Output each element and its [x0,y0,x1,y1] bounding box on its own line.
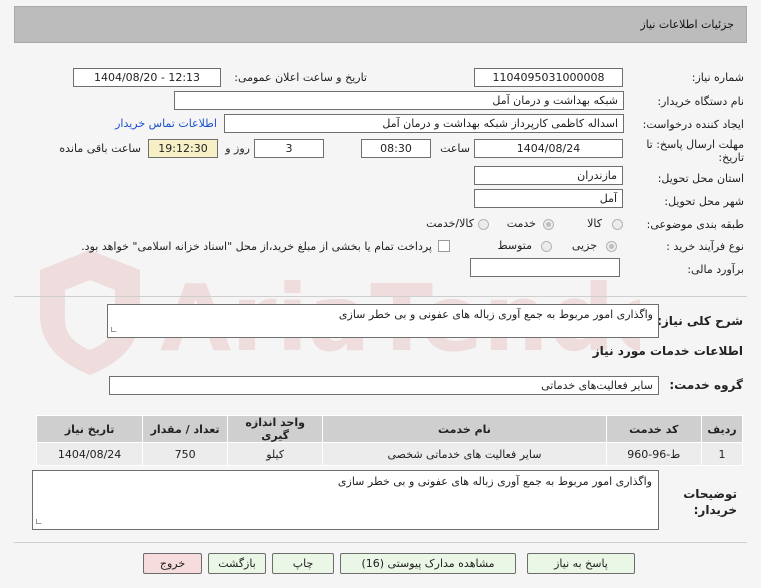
estimate-field[interactable] [470,258,620,277]
col-unit: واحد اندازه گیری [226,415,324,443]
purchase-option-medium: متوسط [497,239,532,252]
print-button[interactable]: چاپ [272,553,334,574]
city-label: شهر محل تحویل: [664,195,744,208]
category-radio-goods[interactable] [612,219,623,230]
buyer-org-label: نام دستگاه خریدار: [657,95,744,108]
remaining-time-field: 19:12:30 [148,139,218,158]
announce-date-label: تاریخ و ساعت اعلان عمومی: [234,71,367,84]
service-group-field[interactable]: سایر فعالیت‌های خدماتی [109,376,659,395]
creator-label: ایجاد کننده درخواست: [642,118,744,131]
buyer-notes-text: واگذاری امور مربوط به جمع آوری زباله های… [337,475,652,488]
category-option-goods: کالا [587,217,602,230]
cell-need-date: 1404/08/24 [35,442,144,466]
page-title: جزئیات اطلاعات نیاز [640,18,734,31]
col-row-number: ردیف [701,415,743,443]
deadline-date-field[interactable]: 1404/08/24 [474,139,623,158]
category-option-goods-service: کالا/خدمت [426,217,474,230]
deadline-label: مهلت ارسال پاسخ: تا [646,138,744,151]
province-label: استان محل تحویل: [657,172,744,185]
need-number-field[interactable]: 1104095031000008 [474,68,623,87]
summary-label: شرح کلی نیاز: [657,314,743,328]
purchase-type-label: نوع فرآیند خرید : [666,240,744,253]
buyer-notes-label-2: خریدار: [693,503,737,517]
page-header: جزئیات اطلاعات نیاز [14,6,747,43]
province-field[interactable]: مازندران [474,166,623,185]
col-service-name: نام خدمت [322,415,607,443]
reply-button[interactable]: پاسخ به نیاز [527,553,635,574]
cell-service-code: ط-96-960 [605,442,703,466]
col-service-code: کد خدمت [605,415,703,443]
remaining-time-label: ساعت باقی مانده [59,142,141,155]
need-number-label: شماره نیاز: [691,71,744,84]
table-row[interactable]: 1 ط-96-960 سایر فعالیت های خدماتی شخصی ک… [35,442,743,466]
days-remaining-field[interactable]: 3 [254,139,324,158]
items-table: ردیف کد خدمت نام خدمت واحد اندازه گیری ت… [35,415,743,466]
days-label: روز و [225,142,250,155]
buyer-org-field[interactable]: شبکه بهداشت و درمان آمل [174,91,624,110]
cell-row-number: 1 [701,442,743,466]
category-label: طبقه بندی موضوعی: [646,218,744,231]
purchase-radio-minor[interactable] [606,241,617,252]
service-group-label: گروه خدمت: [669,378,743,392]
buyer-notes-label: توضیحات [683,487,737,501]
cell-service-name: سایر فعالیت های خدماتی شخصی [322,442,607,466]
category-radio-goods-service[interactable] [478,219,489,230]
purchase-option-minor: جزیی [571,239,597,252]
separator [14,296,747,297]
deadline-label-date: تاریخ: [718,151,744,164]
col-need-date: تاریخ نیاز [35,415,144,443]
deadline-time-field[interactable]: 08:30 [361,139,431,158]
cell-quantity: 750 [142,442,228,466]
resize-handle-icon[interactable]: ∟ [35,518,43,528]
table-header-row: ردیف کد خدمت نام خدمت واحد اندازه گیری ت… [35,415,743,443]
exit-button[interactable]: خروج [143,553,202,574]
category-radio-service[interactable] [543,219,554,230]
city-field[interactable]: آمل [474,189,623,208]
separator [14,542,747,543]
view-attachments-button[interactable]: مشاهده مدارک پیوستی (16) [340,553,516,574]
purchase-radio-medium[interactable] [541,241,552,252]
treasury-payment-note: پرداخت تمام یا بخشی از مبلغ خرید،از محل … [81,240,432,253]
estimate-label: برآورد مالی: [687,263,744,276]
summary-textarea[interactable]: واگذاری امور مربوط به جمع آوری زباله های… [107,304,659,338]
resize-handle-icon[interactable]: ∟ [110,326,118,336]
buyer-contact-link[interactable]: اطلاعات تماس خریدار [115,117,217,130]
col-quantity: تعداد / مقدار [142,415,228,443]
treasury-checkbox[interactable] [438,240,450,252]
services-section-title: اطلاعات خدمات مورد نیاز [592,344,743,358]
creator-field[interactable]: اسداله کاظمی کارپرداز شبکه بهداشت و درما… [224,114,624,133]
deadline-time-label: ساعت [440,142,470,155]
announce-date-field[interactable]: 1404/08/20 - 12:13 [73,68,221,87]
buyer-notes-textarea[interactable]: واگذاری امور مربوط به جمع آوری زباله های… [32,470,659,530]
back-button[interactable]: بازگشت [208,553,266,574]
summary-text: واگذاری امور مربوط به جمع آوری زباله های… [338,308,653,321]
category-option-service: خدمت [506,217,536,230]
cell-unit: کیلو [226,442,324,466]
